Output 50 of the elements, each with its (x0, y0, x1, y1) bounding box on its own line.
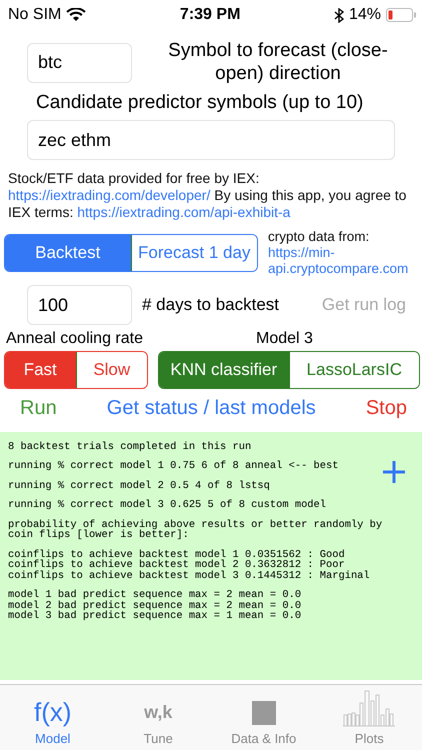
iex-link[interactable]: iextrading.com/api-exhibit-a (119, 204, 290, 220)
log-line: model 2 bad predict sequence max = 2 mean = 0.0 (8, 600, 302, 612)
log-line: coin flips [lower is better]: (8, 530, 190, 541)
log-line: model 3 bad predict sequence max = 1 mean = 0.0 (8, 611, 302, 622)
segment-button[interactable]: Backtest (5, 235, 130, 272)
candidates-field[interactable]: zec ethm (27, 120, 395, 160)
log-line: model 1 bad predict sequence max = 2 mean = 0.0 (8, 590, 302, 601)
iex-link[interactable]: https://iextrading.com/ (8, 187, 145, 204)
segment-button[interactable]: Slow (76, 352, 147, 388)
action-button[interactable]: Stop (366, 396, 407, 420)
log-line: probability of achieving above results or better randomly by (8, 520, 384, 530)
anneal-label: Anneal cooling rate (6, 329, 144, 349)
segment-button[interactable]: LassoLarsIC (288, 352, 419, 388)
add-icon[interactable] (382, 460, 406, 484)
bluetooth-icon (334, 8, 344, 22)
log-line: coinflips to achieve backtest model 1 0.0351562 : Good (8, 550, 346, 560)
days-field[interactable]: 100 (27, 285, 132, 326)
segment-button[interactable]: KNN classifier (159, 352, 288, 388)
model-label: Model 3 (256, 329, 313, 349)
crypto-link[interactable]: api.cryptocompare.com (268, 261, 408, 278)
time-text: 7:39 PM (180, 6, 240, 24)
tab-glyph: f(x) (34, 697, 72, 727)
tab[interactable]: Data & Info (211, 685, 316, 750)
iex-link[interactable]: https:// (77, 204, 120, 220)
symbol-field[interactable]: btc (27, 42, 132, 83)
log-line: running % correct model 2 0.5 4 of 8 lstsq (8, 480, 271, 492)
crypto-link[interactable]: https://min- (268, 245, 408, 262)
candidates-label: Candidate predictor symbols (up to 10) (36, 92, 364, 114)
symbol-label: Symbol to forecast (close-open) direction (168, 40, 388, 86)
log-line: 8 backtest trials completed in this run (8, 442, 252, 452)
tab-glyph: w,k (144, 700, 172, 724)
tab[interactable]: f(x) Model (0, 685, 106, 750)
wifi-icon (66, 8, 86, 22)
iex-notice: Stock/ETF data provided for free by IEX: https://iextrading.com/developer/ By using this app, you agree to IEX terms: https://iextrading.com/api-exhibit-a (8, 170, 408, 222)
action-button[interactable]: Get status / last models (106, 396, 316, 420)
log-line: running % correct model 1 0.75 6 of 8 anneal <-- best (8, 461, 340, 472)
iex-link[interactable]: developer/ (144, 187, 210, 204)
battery-percent: 14% (348, 6, 381, 24)
crypto-label: crypto data from: (268, 229, 370, 246)
segment-button[interactable]: Forecast 1 day (130, 235, 257, 272)
log-line: coinflips to achieve backtest model 3 0.1445312 : Marginal (8, 570, 371, 582)
tab[interactable]: Plots (316, 685, 422, 750)
battery-icon (386, 8, 416, 22)
log-line: coinflips to achieve backtest model 2 0.3632812 : Poor (8, 560, 345, 571)
tab[interactable]: w,k Tune (106, 685, 211, 750)
carrier-text: No SIM (8, 6, 62, 24)
days-label: # days to backtest (142, 295, 280, 316)
segment-button[interactable]: Fast (5, 352, 76, 388)
log-line: running % correct model 3 0.625 5 of 8 custom model (8, 500, 328, 511)
action-button[interactable]: Run (20, 396, 57, 420)
